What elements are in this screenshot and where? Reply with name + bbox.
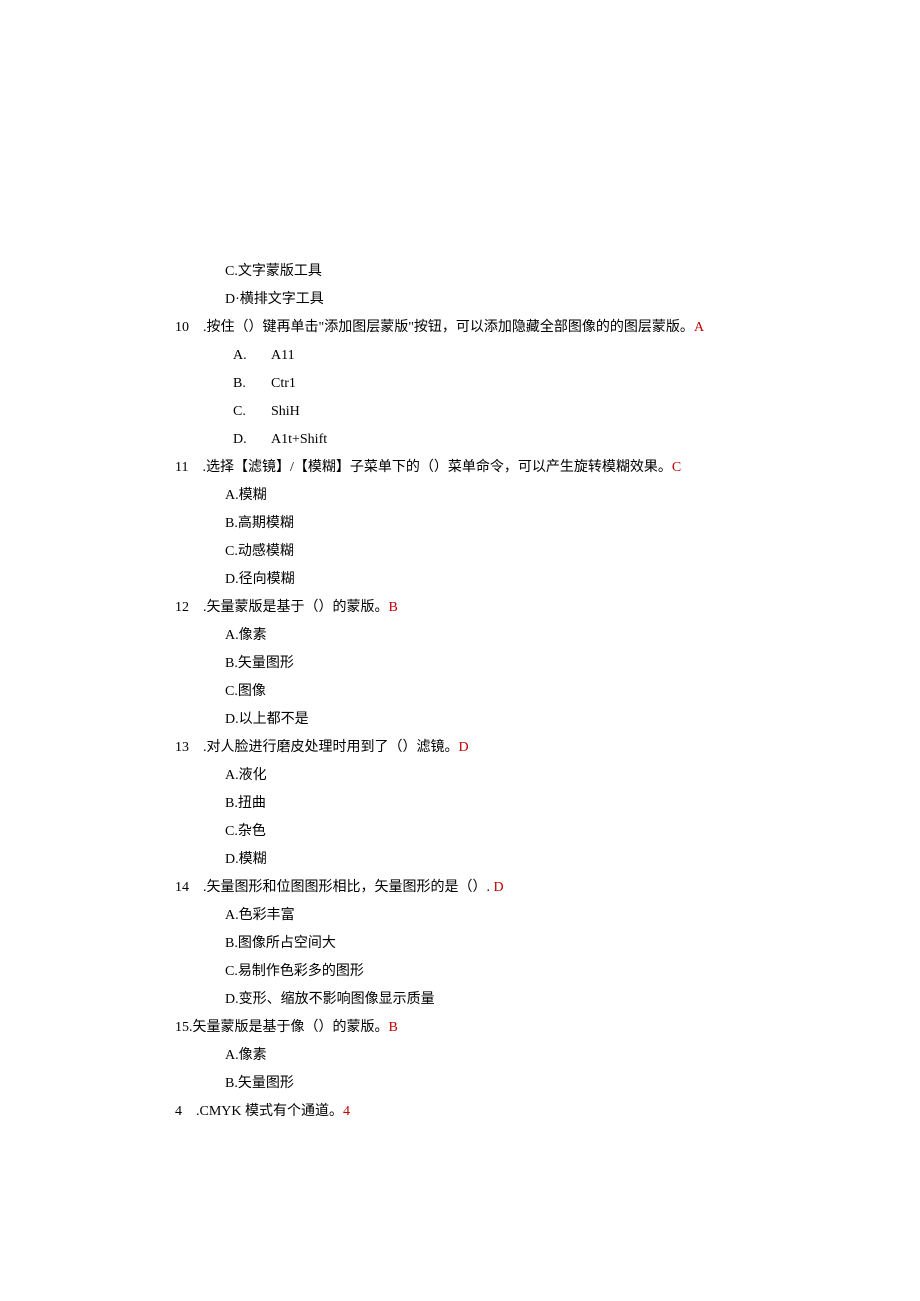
text-line: 12 .矢量蒙版是基于（）的蒙版。B	[175, 594, 745, 622]
text-line: 13 .对人脸进行磨皮处理时用到了（）滤镜。D	[175, 734, 745, 762]
text-span: 13 .对人脸进行磨皮处理时用到了（）滤镜。	[175, 740, 459, 755]
option-letter: C.	[233, 398, 271, 426]
text-span: C.易制作色彩多的图形	[225, 964, 364, 979]
text-span: 11 .选择【滤镜】/【模糊】子菜单下的（）菜单命令，可以产生旋转模糊效果。	[175, 460, 672, 475]
text-span: B.扭曲	[225, 796, 266, 811]
answer-text: B	[389, 1020, 398, 1035]
text-line: B.Ctr1	[175, 370, 745, 398]
text-line: B.矢量图形	[175, 650, 745, 678]
text-line: C.动感模糊	[175, 538, 745, 566]
text-line: D.以上都不是	[175, 706, 745, 734]
text-line: D·横排文字工具	[175, 286, 745, 314]
text-span: 10 .按住（）键再单击"添加图层蒙版"按钮，可以添加隐藏全部图像的的图层蒙版。	[175, 320, 694, 335]
text-span: B.高期模糊	[225, 516, 294, 531]
text-line: B.矢量图形	[175, 1070, 745, 1098]
text-line: 4 .CMYK 模式有个通道。4	[175, 1098, 745, 1126]
document-page: C.文字蒙版工具 D·横排文字工具 10 .按住（）键再单击"添加图层蒙版"按钮，可…	[0, 0, 920, 1301]
text-span: A.色彩丰富	[225, 908, 295, 923]
text-line: C.文字蒙版工具	[175, 258, 745, 286]
text-span: A.液化	[225, 768, 267, 783]
text-span: A11	[271, 348, 295, 363]
answer-text: D	[459, 740, 469, 755]
text-line: B.高期模糊	[175, 510, 745, 538]
text-line: D.径向模糊	[175, 566, 745, 594]
text-line: 11 .选择【滤镜】/【模糊】子菜单下的（）菜单命令，可以产生旋转模糊效果。C	[175, 454, 745, 482]
text-span: ShiH	[271, 404, 300, 419]
text-span: D.模糊	[225, 852, 267, 867]
answer-text: B	[389, 600, 398, 615]
text-span: 12 .矢量蒙版是基于（）的蒙版。	[175, 600, 389, 615]
text-span: B.矢量图形	[225, 1076, 294, 1091]
option-letter: D.	[233, 426, 271, 454]
text-span: Ctr1	[271, 376, 296, 391]
text-span: A.模糊	[225, 488, 267, 503]
text-line: D.模糊	[175, 846, 745, 874]
text-line: 15.矢量蒙版是基于像（）的蒙版。B	[175, 1014, 745, 1042]
option-letter: B.	[233, 370, 271, 398]
text-span: B.图像所占空间大	[225, 936, 336, 951]
text-span: B.矢量图形	[225, 656, 294, 671]
text-line: B.扭曲	[175, 790, 745, 818]
text-line: A.像素	[175, 622, 745, 650]
text-span: C.杂色	[225, 824, 266, 839]
text-line: C.图像	[175, 678, 745, 706]
text-span: C.图像	[225, 684, 266, 699]
text-span: A.像素	[225, 1048, 267, 1063]
text-span: D.以上都不是	[225, 712, 309, 727]
text-line: A.液化	[175, 762, 745, 790]
answer-text: 4	[343, 1104, 350, 1119]
text-line: C.ShiH	[175, 398, 745, 426]
text-span: 4 .CMYK 模式有个通道。	[175, 1104, 343, 1119]
text-line: 10 .按住（）键再单击"添加图层蒙版"按钮，可以添加隐藏全部图像的的图层蒙版。…	[175, 314, 745, 342]
text-line: A.A11	[175, 342, 745, 370]
text-span: A1t+Shift	[271, 432, 327, 447]
text-span: 15.矢量蒙版是基于像（）的蒙版。	[175, 1020, 389, 1035]
text-span: A.像素	[225, 628, 267, 643]
text-line: C.杂色	[175, 818, 745, 846]
text-line: D.A1t+Shift	[175, 426, 745, 454]
text-line: A.模糊	[175, 482, 745, 510]
text-line: 14 .矢量图形和位图图形相比，矢量图形的是（）. D	[175, 874, 745, 902]
text-line: A.像素	[175, 1042, 745, 1070]
text-span: C.文字蒙版工具	[225, 264, 322, 279]
text-span: 14 .矢量图形和位图图形相比，矢量图形的是（）.	[175, 880, 490, 895]
option-letter: A.	[233, 342, 271, 370]
text-line: C.易制作色彩多的图形	[175, 958, 745, 986]
answer-text: A	[694, 320, 704, 335]
text-line: A.色彩丰富	[175, 902, 745, 930]
answer-text: D	[490, 880, 504, 895]
text-span: D.变形、缩放不影响图像显示质量	[225, 992, 435, 1007]
text-span: D·横排文字工具	[225, 292, 324, 307]
text-line: D.变形、缩放不影响图像显示质量	[175, 986, 745, 1014]
text-span: C.动感模糊	[225, 544, 294, 559]
text-line: B.图像所占空间大	[175, 930, 745, 958]
answer-text: C	[672, 460, 681, 475]
text-span: D.径向模糊	[225, 572, 295, 587]
